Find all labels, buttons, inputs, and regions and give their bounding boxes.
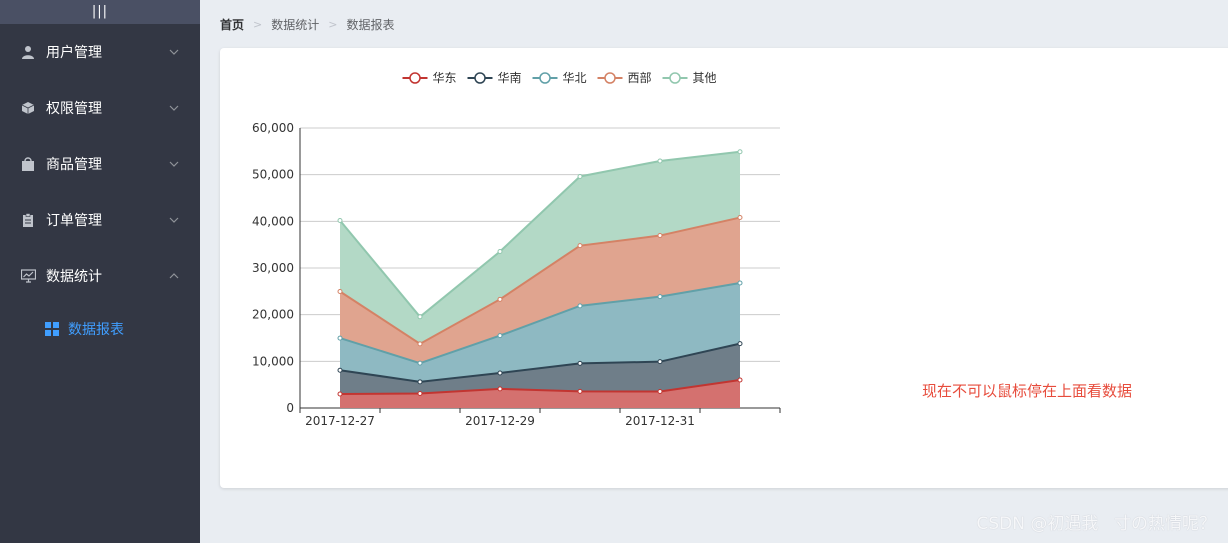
data-point bbox=[497, 249, 503, 255]
sidebar-item-user-management[interactable]: 用户管理 bbox=[0, 24, 200, 80]
data-point bbox=[337, 217, 343, 223]
sidebar-subitem-data-report[interactable]: 数据报表 bbox=[0, 304, 200, 354]
data-point bbox=[337, 335, 343, 341]
x-tick-label: 2017-12-27 bbox=[305, 414, 375, 428]
data-point bbox=[417, 379, 423, 385]
sidebar-item-goods-management[interactable]: 商品管理 bbox=[0, 136, 200, 192]
data-point bbox=[737, 280, 743, 286]
y-tick-label: 10,000 bbox=[252, 354, 294, 368]
data-point bbox=[657, 233, 663, 239]
data-point bbox=[417, 360, 423, 366]
data-point bbox=[737, 377, 743, 383]
sidebar-subitem-label: 数据报表 bbox=[68, 322, 124, 338]
y-tick-label: 20,000 bbox=[252, 308, 294, 322]
legend-marker bbox=[669, 72, 681, 84]
breadcrumb-separator-icon: > bbox=[328, 18, 338, 31]
legend-marker bbox=[409, 72, 421, 84]
sidebar-item-data-statistics[interactable]: 数据统计 bbox=[0, 248, 200, 304]
y-tick-label: 50,000 bbox=[252, 168, 294, 182]
stacked-area-chart: 0 10,000 20,000 30,000 40,000 50,000 60,000 201… bbox=[252, 70, 781, 428]
data-point bbox=[657, 294, 663, 300]
data-point bbox=[737, 149, 743, 155]
data-point bbox=[737, 341, 743, 347]
legend-label: 华南 bbox=[498, 70, 522, 85]
grid-icon bbox=[44, 321, 60, 337]
data-point bbox=[657, 158, 663, 164]
y-tick-label: 30,000 bbox=[252, 261, 294, 275]
main-content: 首页 > 数据统计 > 数据报表 0 10,000 20,000 30,000 40,0… bbox=[200, 0, 1228, 543]
breadcrumb-item-report: 数据报表 bbox=[346, 18, 395, 32]
legend-label: 其他 bbox=[693, 71, 717, 85]
breadcrumb: 首页 > 数据统计 > 数据报表 bbox=[220, 16, 394, 33]
y-tick-label: 0 bbox=[286, 401, 294, 415]
data-point bbox=[577, 388, 583, 394]
sidebar-item-label: 用户管理 bbox=[46, 45, 102, 61]
y-tick-label: 40,000 bbox=[252, 214, 294, 228]
sidebar-item-label: 数据统计 bbox=[46, 269, 102, 285]
data-point bbox=[577, 243, 583, 249]
data-point bbox=[497, 333, 503, 339]
data-point bbox=[337, 391, 343, 397]
data-point bbox=[497, 296, 503, 302]
data-point bbox=[417, 341, 423, 347]
breadcrumb-item-statistics: 数据统计 bbox=[271, 18, 320, 32]
legend-marker bbox=[474, 72, 486, 84]
x-tick-label: 2017-12-31 bbox=[625, 414, 695, 428]
chevron-down-icon bbox=[169, 161, 179, 167]
watermark: CSDN @初遇我ㅤ寸の热情呢？ bbox=[976, 514, 1216, 534]
sidebar-item-permission-management[interactable]: 权限管理 bbox=[0, 80, 200, 136]
data-point bbox=[497, 386, 503, 392]
legend-marker bbox=[604, 72, 616, 84]
chevron-down-icon bbox=[169, 217, 179, 223]
sidebar: ||| 用户管理 权限管理 商品管理 订单管理 数据统计 数据报表 bbox=[0, 0, 200, 543]
data-point bbox=[657, 359, 663, 365]
cube-icon bbox=[20, 100, 36, 116]
legend-label: 西部 bbox=[628, 70, 652, 85]
data-point bbox=[417, 390, 423, 396]
sidebar-item-label: 订单管理 bbox=[46, 213, 102, 229]
x-tick-label: 2017-12-29 bbox=[465, 414, 535, 428]
data-point bbox=[577, 303, 583, 309]
y-tick-label: 60,000 bbox=[252, 121, 294, 135]
monitor-chart-icon bbox=[20, 268, 36, 284]
sidebar-toggle-button[interactable]: ||| bbox=[0, 0, 200, 24]
breadcrumb-separator-icon: > bbox=[253, 18, 263, 31]
note-text: 现在不可以鼠标停在上面看数据 bbox=[922, 382, 1133, 400]
data-point bbox=[577, 173, 583, 179]
data-point bbox=[657, 389, 663, 395]
shopping-bag-icon bbox=[20, 156, 36, 172]
clipboard-icon bbox=[20, 212, 36, 228]
sidebar-item-label: 权限管理 bbox=[46, 101, 102, 117]
chevron-down-icon bbox=[169, 105, 179, 111]
report-card: 0 10,000 20,000 30,000 40,000 50,000 60,000 201… bbox=[220, 48, 1228, 488]
legend-label: 华北 bbox=[563, 71, 587, 85]
user-icon bbox=[20, 44, 36, 60]
data-point bbox=[737, 215, 743, 221]
data-point bbox=[417, 314, 423, 320]
legend-label: 华东 bbox=[433, 71, 457, 85]
sidebar-item-order-management[interactable]: 订单管理 bbox=[0, 192, 200, 248]
chevron-down-icon bbox=[169, 49, 179, 55]
sidebar-item-label: 商品管理 bbox=[46, 157, 102, 173]
data-point bbox=[577, 360, 583, 366]
chevron-up-icon bbox=[169, 273, 179, 279]
breadcrumb-home-link[interactable]: 首页 bbox=[220, 16, 244, 33]
legend-marker bbox=[539, 72, 551, 84]
data-point bbox=[337, 288, 343, 294]
data-point bbox=[497, 370, 503, 376]
data-point bbox=[337, 367, 343, 373]
